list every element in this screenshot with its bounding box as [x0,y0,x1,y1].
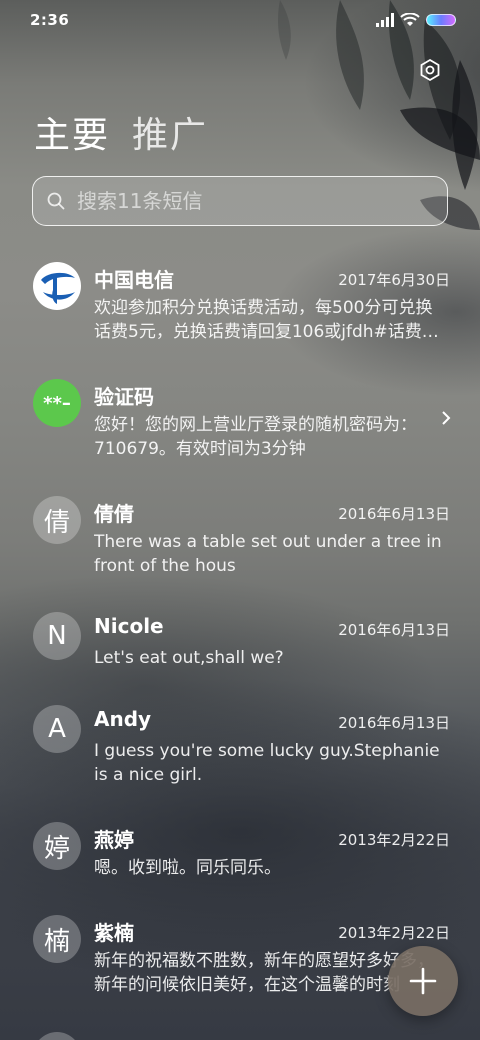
conversation-row[interactable]: **– 验证码 您好！您的网上营业厅登录的随机密码为：710679。有效时间为3… [0,369,480,479]
settings-button[interactable] [416,56,444,84]
conversation-row[interactable]: A Andy 2016年6月13日 I guess you're some lu… [0,695,480,805]
message-preview: 欢迎参加积分兑换话费活动，每500分可兑换话费5元，兑换话费请回复106或jfd… [94,298,439,342]
message-date: 2016年6月13日 [338,621,450,639]
status-bar: 2:36 [0,0,480,40]
message-date: 2016年6月13日 [338,505,450,523]
avatar: N [33,612,81,660]
status-icons [376,13,456,27]
tab-main[interactable]: 主要 [34,106,110,158]
message-preview: There was a table set out under a tree i… [94,532,442,576]
avatar: 楠 [33,915,81,963]
tab-promotions[interactable]: 推广 [132,106,208,158]
contact-name: 燕婷 [94,828,134,852]
contact-name: 中国电信 [94,268,174,292]
avatar: **– [33,379,81,427]
battery-icon [426,14,456,26]
message-preview: Let's eat out,shall we? [94,648,284,668]
gear-icon [420,58,440,82]
search-bar[interactable] [32,176,448,226]
contact-name: Andy [94,707,152,731]
avatar: 婷 [33,822,81,870]
avatar: 倩 [33,496,81,544]
conversation-row[interactable]: 倩 倩倩 2016年6月13日 There was a table set ou… [0,486,480,596]
message-date: 2017年6月30日 [338,271,450,289]
avatar [33,262,81,310]
contact-name: 验证码 [94,385,154,409]
message-date: 2013年2月22日 [338,831,450,849]
message-preview: 您好！您的网上营业厅登录的随机密码为：710679。有效时间为3分钟 [94,415,417,459]
message-date: 2013年2月22日 [338,924,450,942]
avatar: A [33,705,81,753]
chevron-right-icon[interactable] [440,409,452,427]
signal-icon [376,13,394,27]
avatar [33,1032,81,1040]
search-icon [47,192,65,210]
message-preview: I guess you're some lucky guy.Stephanie … [94,741,440,785]
message-preview: 嗯。收到啦。同乐同乐。 [94,858,281,878]
wifi-icon [400,13,420,26]
plus-icon [409,967,437,995]
status-time: 2:36 [30,11,70,29]
conversation-row[interactable]: 中国电信 2017年6月30日 欢迎参加积分兑换话费活动，每500分可兑换话费5… [0,252,480,362]
search-input[interactable] [77,189,417,213]
message-date: 2016年6月13日 [338,714,450,732]
conversation-row[interactable] [0,1022,480,1040]
contact-name: 倩倩 [94,502,134,526]
contact-name: 紫楠 [94,921,134,945]
new-message-button[interactable] [388,946,458,1016]
telecom-logo-icon [34,263,80,309]
tab-bar: 主要 推广 [34,106,208,158]
contact-name: Nicole [94,614,164,638]
